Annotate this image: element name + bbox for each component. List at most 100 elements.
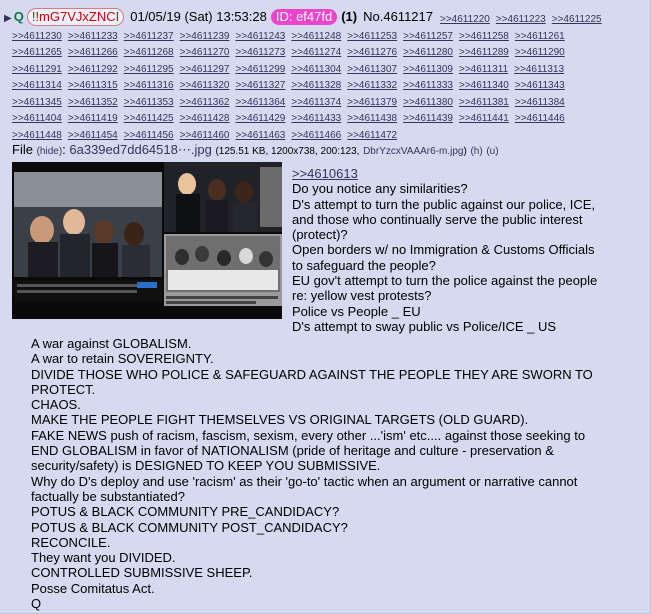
message-line: Police vs People _ EU bbox=[292, 303, 421, 319]
reply-backlink[interactable]: >>4611345 bbox=[12, 97, 62, 108]
reply-backlink[interactable]: >>4611438 bbox=[347, 113, 397, 124]
reply-backlink[interactable]: >>4611266 bbox=[68, 47, 118, 58]
reply-backlink[interactable]: >>4611472 bbox=[347, 130, 397, 141]
reply-backlink[interactable]: >>4611220 bbox=[440, 14, 490, 25]
file-name-link[interactable]: 6a339ed7dd64518⋯.jpg bbox=[69, 142, 211, 157]
reply-backlink[interactable]: >>4611313 bbox=[514, 64, 564, 75]
post-menu-arrow-icon[interactable]: ▶ bbox=[4, 13, 12, 24]
post-container: ▶ Q !!mG7VJxZNCI 01/05/19 (Sat) 13:53:28 ID:… bbox=[0, 0, 651, 614]
reply-backlink[interactable]: >>4611315 bbox=[68, 80, 118, 91]
reply-backlink[interactable]: >>4611374 bbox=[291, 97, 341, 108]
reply-backlink[interactable]: >>4611441 bbox=[459, 113, 509, 124]
reply-backlink[interactable]: >>4611425 bbox=[124, 113, 174, 124]
body-line: RECONCILE. bbox=[31, 534, 111, 550]
reply-backlink[interactable]: >>4611237 bbox=[124, 31, 174, 42]
quote-link[interactable]: >>4610613 bbox=[292, 166, 358, 181]
reply-backlink[interactable]: >>4611364 bbox=[236, 97, 286, 108]
reply-backlink[interactable]: >>4611316 bbox=[124, 80, 174, 91]
reply-backlink[interactable]: >>4611273 bbox=[236, 47, 286, 58]
reply-backlink[interactable]: >>4611419 bbox=[68, 113, 118, 124]
message-line: EU gov't attempt to turn the police agai… bbox=[292, 273, 598, 304]
reply-backlink[interactable]: >>4611311 bbox=[459, 64, 508, 75]
body-line: Q bbox=[31, 596, 42, 612]
reply-backlink[interactable]: >>4611429 bbox=[236, 113, 286, 124]
reply-backlink[interactable]: >>4611428 bbox=[180, 113, 230, 124]
reply-backlink[interactable]: >>4611340 bbox=[459, 80, 509, 91]
reply-backlink[interactable]: >>4611268 bbox=[124, 47, 174, 58]
reply-backlink[interactable]: >>4611379 bbox=[347, 97, 397, 108]
reply-backlink[interactable]: >>4611328 bbox=[291, 80, 341, 91]
reply-backlink[interactable]: >>4611314 bbox=[12, 80, 62, 91]
reply-backlink[interactable]: >>4611257 bbox=[403, 31, 453, 42]
reply-backlink[interactable]: >>4611299 bbox=[236, 64, 286, 75]
body-line: A war to retain SOVEREIGNTY. bbox=[31, 351, 214, 367]
message-line: D's attempt to sway public vs Police/ICE… bbox=[292, 318, 557, 334]
original-filename-link[interactable]: DbrYzcxVAAAr6-m.jpg bbox=[363, 146, 463, 157]
reply-backlink[interactable]: >>4611353 bbox=[124, 97, 174, 108]
reply-backlink[interactable]: >>4611466 bbox=[291, 130, 341, 141]
reply-backlink[interactable]: >>4611274 bbox=[291, 47, 341, 58]
body-line: CONTROLLED SUBMISSIVE SHEEP. bbox=[31, 565, 253, 581]
reply-backlink[interactable]: >>4611380 bbox=[403, 97, 453, 108]
reply-links: >>4611220 >>4611223 >>4611225 >>4611230 >>46… bbox=[12, 12, 644, 144]
reply-backlink[interactable]: >>4611292 bbox=[68, 64, 118, 75]
reply-backlink[interactable]: >>4611320 bbox=[180, 80, 230, 91]
reply-backlink[interactable]: >>4611362 bbox=[180, 97, 230, 108]
reply-backlink[interactable]: >>4611333 bbox=[403, 80, 453, 91]
hide-file-link[interactable]: (hide) bbox=[37, 146, 63, 157]
reply-backlink[interactable]: >>4611265 bbox=[12, 47, 62, 58]
reply-backlink[interactable]: >>4611307 bbox=[347, 64, 397, 75]
hash-link[interactable]: (h) bbox=[470, 146, 482, 157]
body-line: POTUS & BLACK COMMUNITY POST_CANDIDACY? bbox=[31, 519, 348, 535]
message-line: D's attempt to turn the public against o… bbox=[292, 196, 596, 243]
reply-backlink[interactable]: >>4611463 bbox=[236, 130, 286, 141]
body-line: Why do D's deploy and use 'racism' as th… bbox=[31, 473, 578, 504]
reply-backlink[interactable]: >>4611223 bbox=[496, 14, 546, 25]
reply-backlink[interactable]: >>4611230 bbox=[12, 31, 62, 42]
reply-backlink[interactable]: >>4611454 bbox=[68, 130, 118, 141]
reply-backlink[interactable]: >>4611304 bbox=[291, 64, 341, 75]
message-line: Do you notice any similarities? bbox=[292, 181, 468, 197]
reply-backlink[interactable]: >>4611290 bbox=[515, 47, 565, 58]
reply-backlink[interactable]: >>4611343 bbox=[515, 80, 565, 91]
upload-link[interactable]: (u) bbox=[486, 146, 498, 157]
reply-backlink[interactable]: >>4611239 bbox=[180, 31, 230, 42]
reply-backlink[interactable]: >>4611276 bbox=[347, 47, 397, 58]
reply-backlink[interactable]: >>4611446 bbox=[515, 113, 565, 124]
reply-backlink[interactable]: >>4611297 bbox=[180, 64, 230, 75]
reply-backlink[interactable]: >>4611433 bbox=[291, 113, 341, 124]
reply-backlink[interactable]: >>4611460 bbox=[180, 130, 230, 141]
reply-backlink[interactable]: >>4611289 bbox=[459, 47, 509, 58]
reply-backlink[interactable]: >>4611291 bbox=[12, 64, 62, 75]
reply-backlink[interactable]: >>4611270 bbox=[180, 47, 230, 58]
reply-backlink[interactable]: >>4611404 bbox=[12, 113, 62, 124]
reply-backlink[interactable]: >>4611456 bbox=[124, 130, 174, 141]
reply-backlink[interactable]: >>4611280 bbox=[403, 47, 453, 58]
body-line: A war against GLOBALISM. bbox=[31, 336, 192, 351]
reply-backlink[interactable]: >>4611352 bbox=[68, 97, 118, 108]
body-line: MAKE THE PEOPLE FIGHT THEMSELVES VS ORIG… bbox=[31, 412, 529, 428]
reply-backlink[interactable]: >>4611295 bbox=[124, 64, 174, 75]
file-meta: (125.51 KB, 1200x738, 200:123, bbox=[215, 146, 360, 157]
reply-backlink[interactable]: >>4611381 bbox=[459, 97, 509, 108]
reply-backlink[interactable]: >>4611448 bbox=[12, 130, 62, 141]
body-line: Posse Comitatus Act. bbox=[31, 580, 155, 596]
reply-backlink[interactable]: >>4611309 bbox=[403, 64, 453, 75]
file-label: File bbox=[12, 142, 33, 157]
reply-backlink[interactable]: >>4611253 bbox=[347, 31, 397, 42]
file-info: File (hide): 6a339ed7dd64518⋯.jpg (125.5… bbox=[12, 142, 499, 157]
reply-backlink[interactable]: >>4611327 bbox=[236, 80, 286, 91]
body-line: CHAOS. bbox=[31, 397, 81, 413]
reply-backlink[interactable]: >>4611332 bbox=[347, 80, 397, 91]
reply-backlink[interactable]: >>4611248 bbox=[291, 31, 341, 42]
reply-backlink[interactable]: >>4611439 bbox=[403, 113, 453, 124]
body-line: DIVIDE THOSE WHO POLICE & SAFEGUARD AGAI… bbox=[31, 366, 593, 397]
reply-backlink[interactable]: >>4611261 bbox=[515, 31, 565, 42]
post-image-thumbnail[interactable] bbox=[12, 162, 282, 319]
reply-backlink[interactable]: >>4611258 bbox=[459, 31, 509, 42]
message-line: Open borders w/ no Immigration & Customs… bbox=[292, 242, 595, 273]
reply-backlink[interactable]: >>4611243 bbox=[236, 31, 286, 42]
reply-backlink[interactable]: >>4611225 bbox=[552, 14, 602, 25]
reply-backlink[interactable]: >>4611384 bbox=[515, 97, 565, 108]
reply-backlink[interactable]: >>4611233 bbox=[68, 31, 118, 42]
